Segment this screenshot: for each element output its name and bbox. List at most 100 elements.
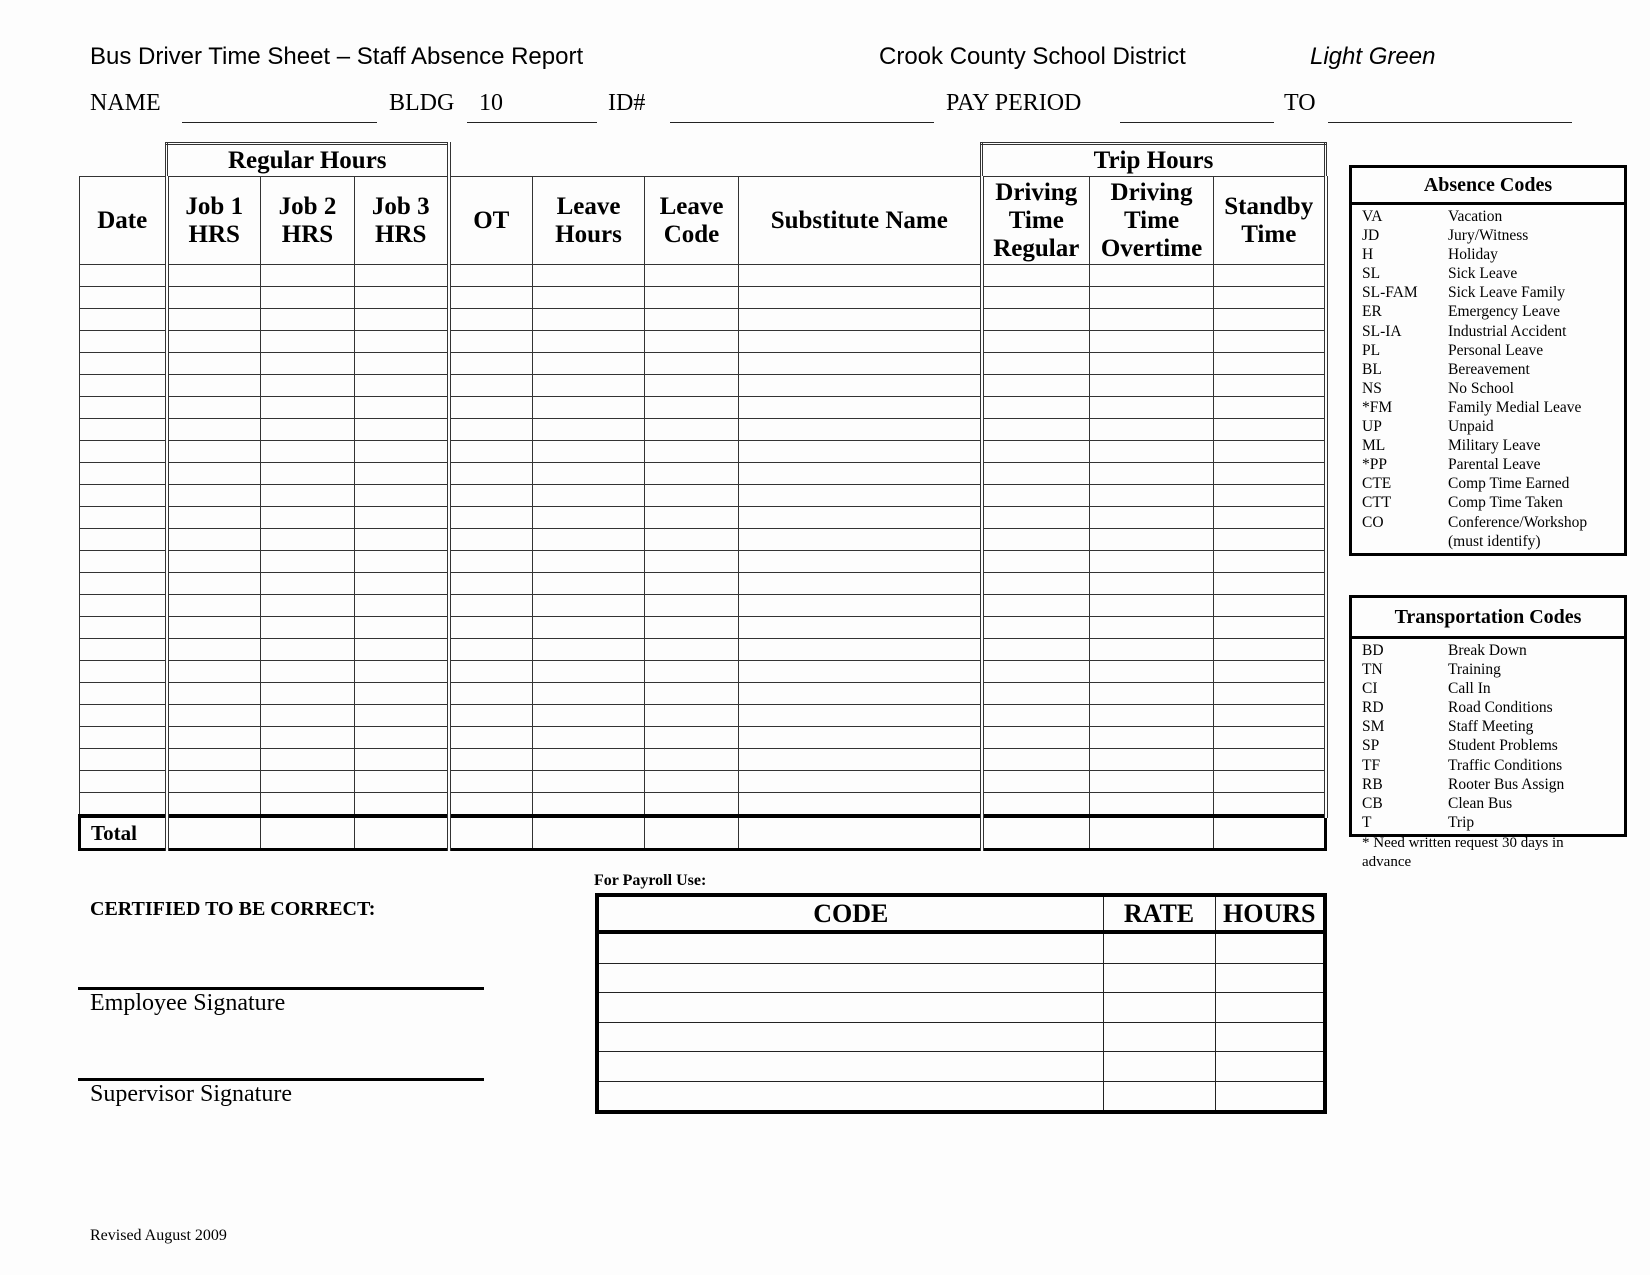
timesheet-cell[interactable] <box>738 308 984 331</box>
timesheet-cell[interactable] <box>260 792 355 817</box>
timesheet-cell[interactable] <box>354 308 451 331</box>
timesheet-cell[interactable] <box>1089 308 1214 331</box>
timesheet-cell[interactable] <box>981 616 1090 639</box>
timesheet-cell[interactable] <box>1089 682 1214 705</box>
timesheet-cell[interactable] <box>354 440 451 463</box>
timesheet-cell[interactable] <box>448 704 533 727</box>
timesheet-cell[interactable] <box>79 550 167 573</box>
timesheet-cell[interactable] <box>448 682 533 705</box>
timesheet-cell[interactable] <box>981 374 1090 397</box>
timesheet-cell[interactable] <box>354 396 451 419</box>
timesheet-cell[interactable] <box>260 286 355 309</box>
timesheet-cell[interactable] <box>981 330 1090 353</box>
timesheet-cell[interactable] <box>1089 594 1214 617</box>
timesheet-cell[interactable] <box>1089 770 1214 793</box>
timesheet-cell[interactable] <box>1213 792 1328 817</box>
timesheet-cell[interactable] <box>738 440 984 463</box>
timesheet-cell[interactable] <box>644 704 739 727</box>
total-cell[interactable] <box>260 814 355 851</box>
timesheet-cell[interactable] <box>532 792 645 817</box>
timesheet-cell[interactable] <box>260 704 355 727</box>
timesheet-cell[interactable] <box>1089 374 1214 397</box>
payroll-cell[interactable] <box>1102 931 1216 964</box>
timesheet-cell[interactable] <box>981 418 1090 441</box>
timesheet-cell[interactable] <box>644 264 739 287</box>
timesheet-cell[interactable] <box>981 594 1090 617</box>
timesheet-cell[interactable] <box>644 748 739 771</box>
timesheet-cell[interactable] <box>738 528 984 551</box>
timesheet-cell[interactable] <box>738 462 984 485</box>
timesheet-cell[interactable] <box>644 440 739 463</box>
timesheet-cell[interactable] <box>354 682 451 705</box>
total-cell[interactable] <box>354 814 451 851</box>
payroll-cell[interactable] <box>1102 1080 1216 1113</box>
timesheet-cell[interactable] <box>260 572 355 595</box>
timesheet-cell[interactable] <box>1089 528 1214 551</box>
total-cell[interactable] <box>738 814 984 851</box>
timesheet-cell[interactable] <box>532 396 645 419</box>
timesheet-cell[interactable] <box>260 330 355 353</box>
timesheet-cell[interactable] <box>738 792 984 817</box>
timesheet-cell[interactable] <box>354 594 451 617</box>
timesheet-cell[interactable] <box>260 352 355 375</box>
timesheet-cell[interactable] <box>164 528 261 551</box>
timesheet-cell[interactable] <box>1089 726 1214 749</box>
timesheet-cell[interactable] <box>1213 462 1328 485</box>
timesheet-cell[interactable] <box>738 726 984 749</box>
timesheet-cell[interactable] <box>448 396 533 419</box>
timesheet-cell[interactable] <box>532 638 645 661</box>
timesheet-cell[interactable] <box>354 770 451 793</box>
payroll-cell[interactable] <box>1102 1051 1216 1082</box>
bldg-field[interactable]: 10 <box>467 90 597 123</box>
timesheet-cell[interactable] <box>448 748 533 771</box>
timesheet-cell[interactable] <box>1213 484 1328 507</box>
timesheet-cell[interactable] <box>738 682 984 705</box>
timesheet-cell[interactable] <box>532 264 645 287</box>
timesheet-cell[interactable] <box>448 550 533 573</box>
timesheet-cell[interactable] <box>164 572 261 595</box>
timesheet-cell[interactable] <box>354 572 451 595</box>
timesheet-cell[interactable] <box>1213 682 1328 705</box>
timesheet-cell[interactable] <box>79 638 167 661</box>
timesheet-cell[interactable] <box>260 506 355 529</box>
timesheet-cell[interactable] <box>260 440 355 463</box>
timesheet-cell[interactable] <box>738 374 984 397</box>
pay-period-from-field[interactable] <box>1120 94 1274 123</box>
timesheet-cell[interactable] <box>1213 704 1328 727</box>
timesheet-cell[interactable] <box>738 418 984 441</box>
total-cell[interactable] <box>644 814 739 851</box>
timesheet-cell[interactable] <box>354 506 451 529</box>
timesheet-cell[interactable] <box>1213 550 1328 573</box>
timesheet-cell[interactable] <box>532 528 645 551</box>
timesheet-cell[interactable] <box>354 792 451 817</box>
timesheet-cell[interactable] <box>164 396 261 419</box>
timesheet-cell[interactable] <box>644 726 739 749</box>
timesheet-cell[interactable] <box>354 638 451 661</box>
timesheet-cell[interactable] <box>981 396 1090 419</box>
timesheet-cell[interactable] <box>448 330 533 353</box>
timesheet-cell[interactable] <box>1213 418 1328 441</box>
timesheet-cell[interactable] <box>164 638 261 661</box>
timesheet-cell[interactable] <box>738 770 984 793</box>
timesheet-cell[interactable] <box>644 572 739 595</box>
timesheet-cell[interactable] <box>164 308 261 331</box>
timesheet-cell[interactable] <box>738 396 984 419</box>
timesheet-cell[interactable] <box>164 418 261 441</box>
timesheet-cell[interactable] <box>79 572 167 595</box>
payroll-cell[interactable] <box>596 1021 1104 1052</box>
timesheet-cell[interactable] <box>644 616 739 639</box>
timesheet-cell[interactable] <box>448 770 533 793</box>
timesheet-cell[interactable] <box>981 572 1090 595</box>
id-field[interactable] <box>670 94 934 123</box>
timesheet-cell[interactable] <box>1089 748 1214 771</box>
payroll-cell[interactable] <box>596 931 1104 964</box>
timesheet-cell[interactable] <box>260 462 355 485</box>
timesheet-cell[interactable] <box>644 286 739 309</box>
timesheet-cell[interactable] <box>354 484 451 507</box>
timesheet-cell[interactable] <box>1213 396 1328 419</box>
timesheet-cell[interactable] <box>738 594 984 617</box>
timesheet-cell[interactable] <box>644 506 739 529</box>
timesheet-cell[interactable] <box>79 440 167 463</box>
timesheet-cell[interactable] <box>260 308 355 331</box>
timesheet-cell[interactable] <box>1089 286 1214 309</box>
